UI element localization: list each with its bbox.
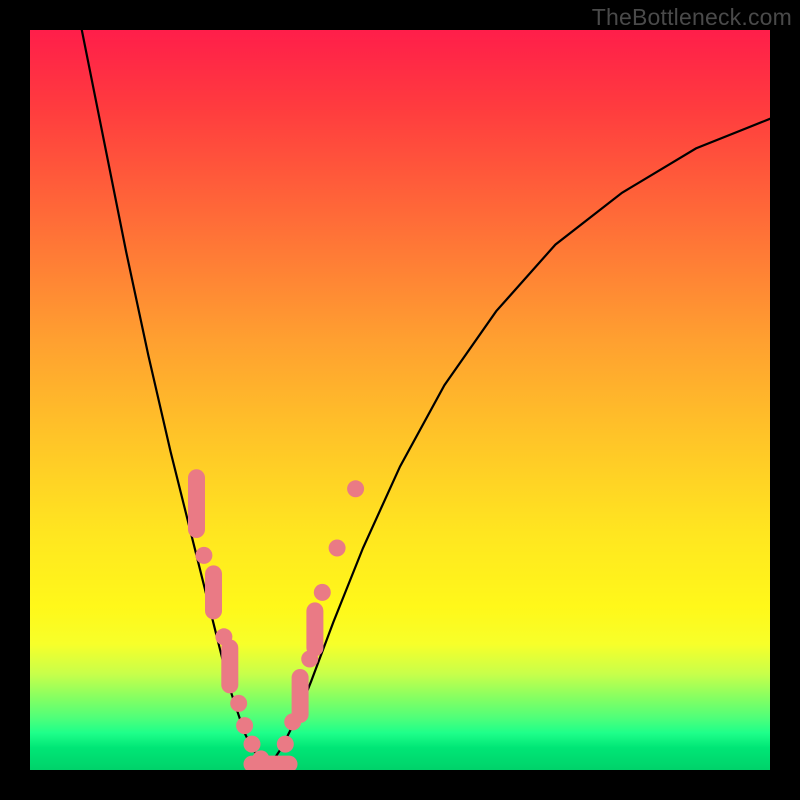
plot-area [30, 30, 770, 770]
curve-left-branch [82, 30, 267, 766]
data-marker [188, 469, 205, 538]
data-marker [292, 669, 309, 723]
data-marker [244, 756, 298, 770]
watermark-text: TheBottleneck.com [592, 4, 792, 31]
data-marker [347, 480, 364, 497]
data-marker [306, 602, 323, 656]
data-marker [284, 713, 301, 730]
data-marker [236, 717, 253, 734]
data-marker [314, 584, 331, 601]
curve-right-branch [267, 119, 770, 767]
data-marker [252, 750, 269, 767]
data-marker [221, 639, 238, 693]
data-marker [205, 565, 222, 619]
data-marker [215, 628, 232, 645]
chart-frame: TheBottleneck.com [0, 0, 800, 800]
data-marker [277, 736, 294, 753]
data-markers [188, 469, 364, 770]
data-marker [195, 547, 212, 564]
data-marker [301, 651, 318, 668]
data-marker [244, 736, 261, 753]
curve-svg [30, 30, 770, 770]
data-marker [230, 695, 247, 712]
data-marker [329, 540, 346, 557]
